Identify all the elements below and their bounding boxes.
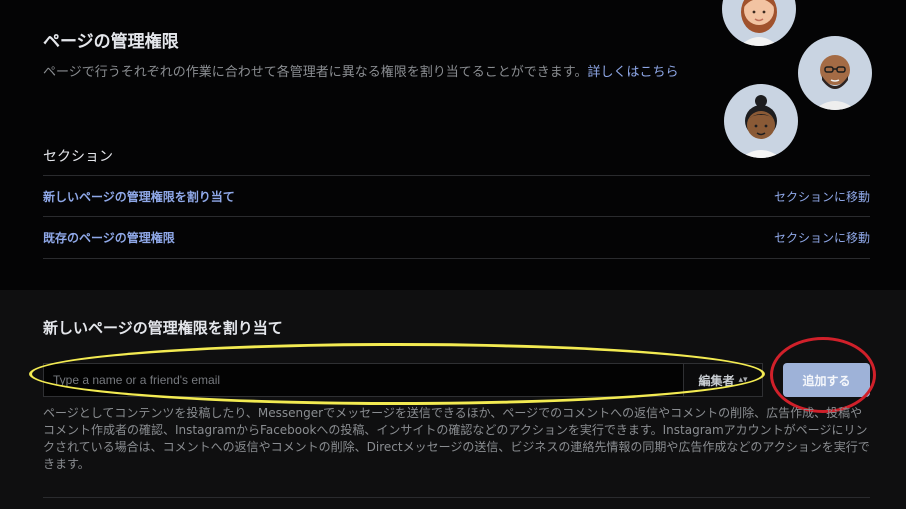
- divider: [43, 497, 870, 498]
- divider: [43, 175, 870, 176]
- person-search-field: 編集者 ▴▾: [43, 363, 763, 397]
- person-search-input[interactable]: [44, 364, 684, 396]
- jump-to-section-link[interactable]: セクションに移動: [774, 229, 870, 246]
- role-select[interactable]: 編集者 ▴▾: [683, 364, 762, 396]
- learn-more-link[interactable]: 詳しくはこちら: [587, 65, 678, 80]
- sort-arrows-icon: ▴▾: [738, 375, 748, 385]
- section-link-assign-new[interactable]: 新しいページの管理権限を割り当て: [43, 188, 235, 205]
- page-description: ページで行うそれぞれの作業に合わせて各管理者に異なる権限を割り当てることができま…: [43, 64, 683, 82]
- description-text: ページで行うそれぞれの作業に合わせて各管理者に異なる権限を割り当てることができま…: [43, 65, 588, 80]
- role-select-value: 編集者: [698, 373, 735, 388]
- person-avatar-icon: [798, 36, 872, 110]
- role-help-text: ページとしてコンテンツを投稿したり、Messengerでメッセージを送信できるほ…: [43, 406, 870, 471]
- jump-to-section-link[interactable]: セクションに移動: [774, 188, 870, 205]
- section-link-existing-roles[interactable]: 既存のページの管理権限: [43, 229, 175, 246]
- sections-heading: セクション: [43, 149, 113, 165]
- assign-role-heading: 新しいページの管理権限を割り当て: [43, 319, 283, 337]
- divider: [43, 216, 870, 217]
- add-button[interactable]: 追加する: [783, 363, 870, 397]
- page-title: ページの管理権限: [43, 32, 179, 52]
- person-avatar-icon: [724, 84, 798, 158]
- divider: [43, 258, 870, 259]
